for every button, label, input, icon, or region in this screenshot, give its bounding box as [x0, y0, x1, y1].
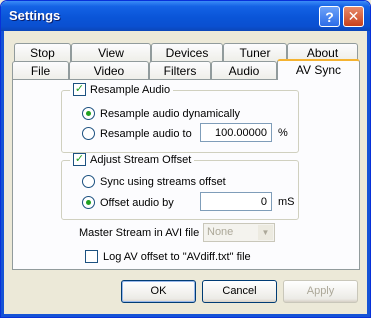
- log-av-option[interactable]: Log AV offset to "AVdiff.txt" file: [85, 250, 251, 263]
- tab-label: Audio: [228, 64, 260, 78]
- tab-label: Devices: [165, 46, 209, 60]
- tab-label: Filters: [163, 64, 197, 78]
- resample-rate-unit: %: [278, 127, 288, 139]
- resample-audio-label: Resample Audio: [90, 83, 171, 96]
- stream-offset-checkbox[interactable]: ✓: [73, 153, 86, 166]
- help-icon: ?: [325, 8, 334, 25]
- resample-rate-input[interactable]: 100.00000: [200, 123, 272, 142]
- resample-dynamic-option[interactable]: Resample audio dynamically: [82, 107, 240, 120]
- resample-to-radio[interactable]: [82, 127, 95, 140]
- tab-filters[interactable]: Filters: [149, 61, 211, 80]
- tab-label: About: [306, 46, 339, 60]
- stream-offset-group: ✓ Adjust Stream Offset Sync using stream…: [61, 153, 299, 220]
- tab-view[interactable]: View: [71, 43, 151, 62]
- resample-audio-legend: ✓ Resample Audio: [70, 83, 174, 96]
- offset-value-input[interactable]: 0: [200, 192, 272, 211]
- tab-stop[interactable]: Stop: [14, 43, 71, 62]
- sync-streams-option[interactable]: Sync using streams offset: [82, 175, 226, 188]
- chevron-down-icon[interactable]: ▼: [258, 225, 273, 240]
- offset-audio-radio[interactable]: [82, 196, 95, 209]
- offset-audio-option[interactable]: Offset audio by: [82, 196, 174, 209]
- checkmark-icon: ✓: [74, 83, 85, 95]
- resample-dynamic-radio[interactable]: [82, 107, 95, 120]
- window-frame-left: [1, 31, 4, 317]
- master-stream-label: Master Stream in AVI file: [79, 227, 200, 239]
- tab-label: View: [98, 46, 124, 60]
- log-av-checkbox[interactable]: [85, 250, 98, 263]
- settings-dialog: Settings ? ✕ Stop View Devices Tuner Abo…: [0, 0, 371, 318]
- stream-offset-legend: ✓ Adjust Stream Offset: [70, 153, 195, 166]
- help-button[interactable]: ?: [319, 6, 340, 27]
- title-bar[interactable]: Settings ? ✕: [1, 1, 370, 31]
- window-title: Settings: [9, 8, 61, 23]
- offset-unit: mS: [278, 196, 295, 208]
- window-frame-right: [367, 31, 370, 317]
- tab-video[interactable]: Video: [69, 61, 149, 80]
- sync-streams-label: Sync using streams offset: [100, 175, 226, 188]
- tab-label: Video: [93, 64, 125, 78]
- cancel-button[interactable]: Cancel: [202, 280, 277, 303]
- master-stream-select[interactable]: None ▼: [203, 223, 275, 242]
- tab-label: File: [30, 64, 51, 78]
- radio-selected-icon: [86, 200, 91, 205]
- close-icon: ✕: [347, 8, 360, 24]
- sync-streams-radio[interactable]: [82, 175, 95, 188]
- checkmark-icon: ✓: [74, 153, 85, 165]
- window-frame-bottom: [1, 314, 370, 317]
- resample-to-label: Resample audio to: [100, 127, 192, 140]
- tab-label: AV Sync: [295, 63, 342, 77]
- resample-dynamic-label: Resample audio dynamically: [100, 107, 241, 120]
- tab-label: Tuner: [239, 46, 271, 60]
- tab-devices[interactable]: Devices: [151, 43, 223, 62]
- av-sync-panel: ✓ Resample Audio Resample audio dynamica…: [12, 79, 360, 270]
- tab-audio[interactable]: Audio: [211, 61, 277, 80]
- log-av-label: Log AV offset to "AVdiff.txt" file: [103, 250, 251, 263]
- stream-offset-label: Adjust Stream Offset: [90, 153, 192, 166]
- tab-file[interactable]: File: [12, 61, 69, 80]
- close-button[interactable]: ✕: [343, 6, 364, 27]
- tab-label: Stop: [30, 46, 55, 60]
- master-stream-value: None: [207, 226, 234, 238]
- resample-to-option[interactable]: Resample audio to: [82, 127, 192, 140]
- tab-av-sync[interactable]: AV Sync: [277, 59, 360, 80]
- radio-selected-icon: [86, 111, 91, 116]
- resample-audio-checkbox[interactable]: ✓: [73, 83, 86, 96]
- ok-button[interactable]: OK: [121, 280, 196, 303]
- apply-button[interactable]: Apply: [283, 280, 358, 303]
- offset-audio-label: Offset audio by: [100, 196, 174, 209]
- resample-audio-group: ✓ Resample Audio Resample audio dynamica…: [61, 83, 299, 153]
